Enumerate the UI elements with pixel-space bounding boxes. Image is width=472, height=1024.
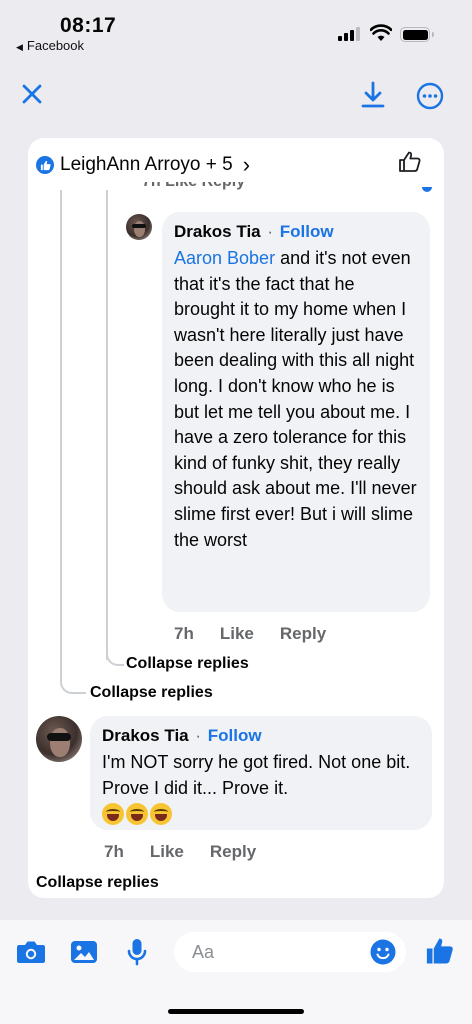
battery-icon <box>400 27 434 42</box>
back-triangle-icon: ◀ <box>16 42 23 52</box>
back-to-app-link[interactable]: ◀ Facebook <box>16 38 84 53</box>
wifi-icon <box>370 24 392 41</box>
collapse-replies-button[interactable]: Collapse replies <box>90 684 213 702</box>
comment-bubble: Drakos Tia · Follow I'm NOT sorry he got… <box>90 716 432 830</box>
more-options-button[interactable] <box>414 80 446 112</box>
collapse-replies-button[interactable]: Collapse replies <box>126 655 249 673</box>
laughing-emoji-icon <box>126 803 148 826</box>
author-name[interactable]: Drakos Tia <box>102 726 189 745</box>
reactions-summary[interactable]: LeighAnn Arroyo + 5 › <box>36 152 250 178</box>
follow-button[interactable]: Follow <box>208 726 262 745</box>
like-reaction-icon <box>36 156 54 174</box>
close-button[interactable] <box>16 78 48 110</box>
status-bar: 08:17 ◀ Facebook <box>0 0 472 62</box>
cellular-signal-icon <box>338 27 362 41</box>
close-icon <box>22 84 42 104</box>
microphone-icon <box>127 939 147 966</box>
comment-input[interactable]: Aa <box>174 932 406 972</box>
reply-bubble: Drakos Tia · Follow Aaron Bober and it's… <box>162 212 430 612</box>
download-icon <box>361 81 385 108</box>
like-button[interactable]: Like <box>150 842 184 862</box>
avatar[interactable] <box>126 214 152 240</box>
timestamp: 7h <box>174 624 194 643</box>
comment-actions: 7h Like Reply <box>104 842 256 862</box>
send-like-button[interactable] <box>422 932 458 970</box>
mention-link[interactable]: Aaron Bober <box>174 248 275 268</box>
like-post-button[interactable] <box>398 150 422 179</box>
thread-elbow-inner <box>106 648 124 666</box>
laughing-emoji-icon <box>102 803 124 826</box>
reactions-label: LeighAnn Arroyo + 5 <box>60 154 233 175</box>
follow-button[interactable]: Follow <box>280 222 334 241</box>
thumbs-up-icon <box>426 938 453 964</box>
thread-line-outer <box>60 190 62 680</box>
camera-icon <box>17 941 45 963</box>
reply-button[interactable]: Reply <box>210 842 256 862</box>
image-icon <box>71 941 97 963</box>
emoji-row: 😂😂😂 <box>102 803 420 826</box>
thread-line-inner <box>106 190 108 660</box>
comments-card: LeighAnn Arroyo + 5 › 7h Like Reply Drak… <box>28 138 444 898</box>
status-time: 08:17 <box>60 14 117 37</box>
back-app-label: Facebook <box>26 38 85 53</box>
gallery-button[interactable] <box>68 936 100 968</box>
reply-button[interactable]: Reply <box>280 624 326 644</box>
author-name[interactable]: Drakos Tia <box>174 222 261 241</box>
emoji-icon[interactable] <box>370 939 396 965</box>
like-button[interactable]: Like <box>220 624 254 644</box>
composer-bar: Aa <box>0 920 472 1024</box>
download-button[interactable] <box>356 78 390 112</box>
camera-button[interactable] <box>14 936 48 968</box>
timestamp: 7h <box>104 842 124 861</box>
thumbs-up-outline-icon <box>399 151 421 172</box>
partial-meta-row: 7h Like Reply <box>142 182 245 196</box>
reply-actions: 7h Like Reply <box>174 624 326 644</box>
collapse-replies-button[interactable]: Collapse replies <box>36 874 159 892</box>
avatar[interactable] <box>36 716 82 762</box>
comment-text: Aaron Bober and it's not even that it's … <box>174 248 417 550</box>
comment-text: I'm NOT sorry he got fired. Not one bit.… <box>102 752 411 798</box>
chevron-right-icon: › <box>242 152 251 177</box>
input-placeholder: Aa <box>192 942 215 962</box>
more-icon <box>416 82 444 110</box>
laughing-emoji-icon <box>150 803 172 826</box>
top-bar <box>0 70 472 126</box>
home-indicator <box>168 1009 304 1014</box>
thread-elbow-outer <box>60 668 86 694</box>
voice-button[interactable] <box>122 936 152 968</box>
